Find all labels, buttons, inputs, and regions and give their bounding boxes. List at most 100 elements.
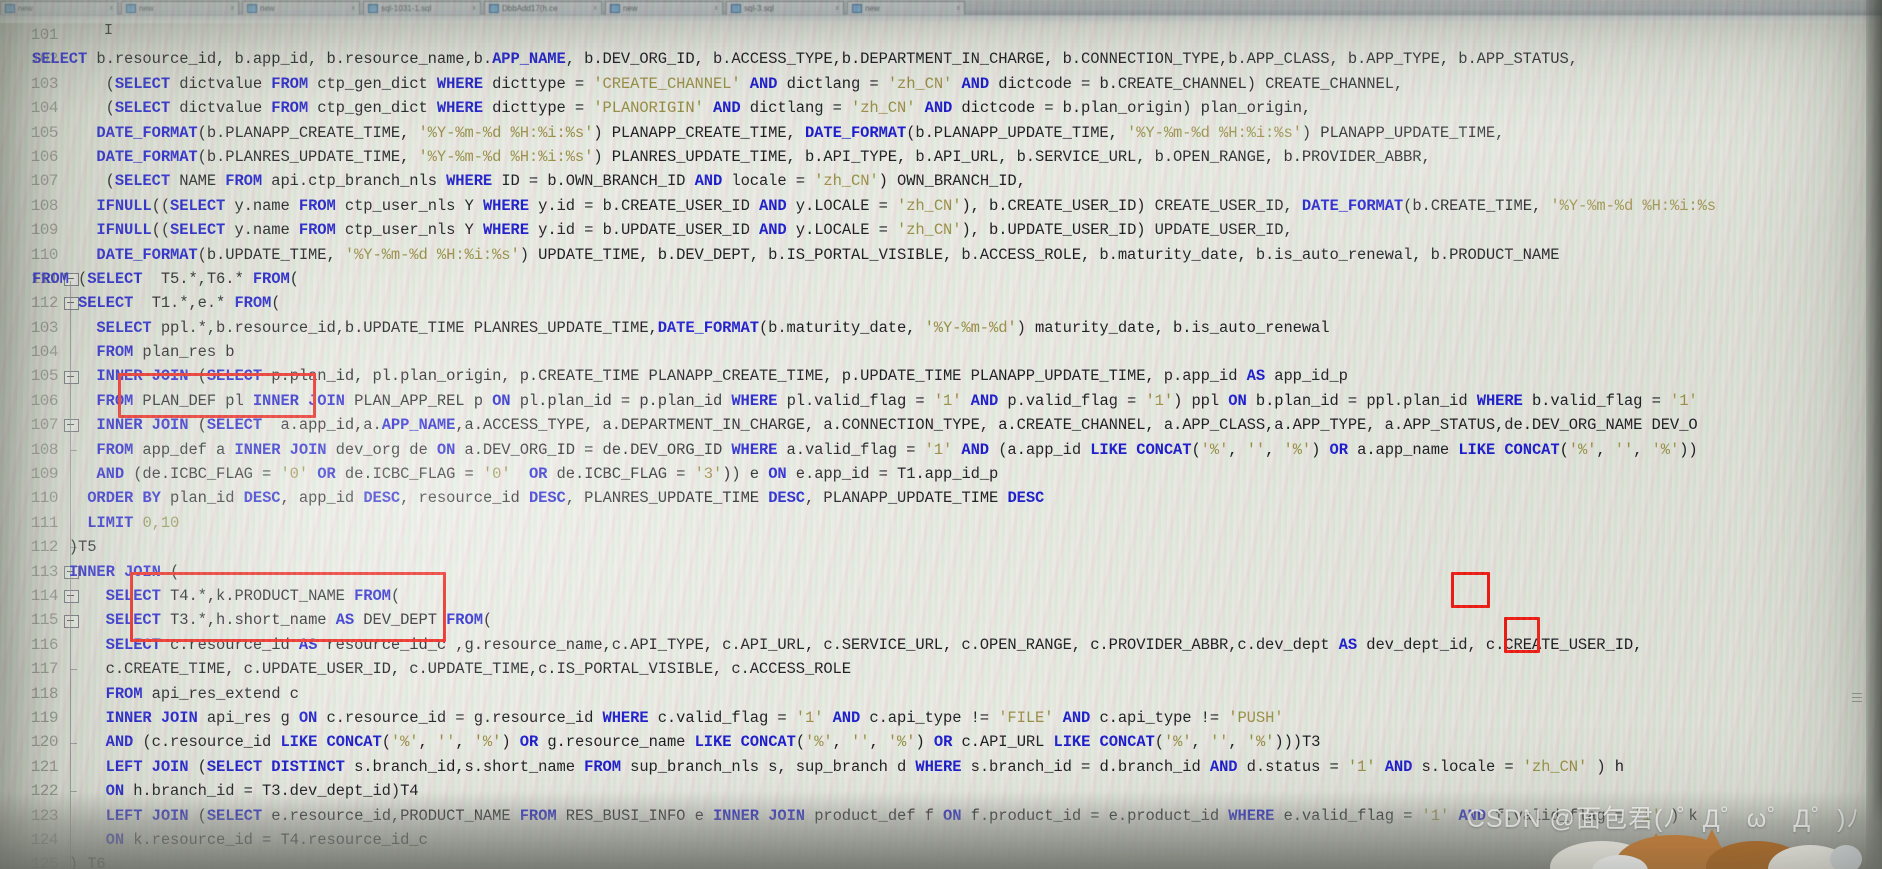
code-token: (b.UPDATE_TIME, — [197, 245, 345, 264]
close-icon[interactable]: x — [836, 5, 840, 12]
code-token: ( — [271, 294, 281, 313]
code-line[interactable]: IFNULL((SELECT y.name FROM ctp_user_nls … — [32, 218, 1882, 242]
close-icon[interactable]: x — [715, 5, 719, 12]
code-line[interactable]: FROM PLAN_DEF pl INNER JOIN PLAN_APP_REL… — [32, 389, 1882, 413]
code-line[interactable]: (SELECT dictvalue FROM ctp_gen_dict WHER… — [32, 72, 1882, 96]
code-line[interactable]: LEFT JOIN (SELECT e.resource_id,PRODUCT_… — [32, 804, 1882, 828]
editor-tab[interactable]: new x — [121, 0, 239, 15]
close-icon[interactable]: x — [231, 5, 235, 12]
code-token: ( — [188, 367, 207, 386]
code-line[interactable]: INNER JOIN ( — [32, 560, 1882, 584]
code-line[interactable]: (SELECT dictvalue FROM ctp_gen_dict WHER… — [32, 96, 1882, 120]
sql-code-area[interactable]: SELECT b.resource_id, b.app_id, b.resour… — [32, 23, 1882, 869]
code-token: ctp_user_nls Y — [335, 221, 483, 240]
code-token: , — [1265, 440, 1284, 459]
code-token: SELECT — [114, 74, 171, 93]
code-line[interactable]: FROM plan_res b — [32, 340, 1882, 364]
code-line[interactable]: INNER JOIN (SELECT p.plan_id, pl.plan_or… — [32, 364, 1882, 388]
code-token: ORDER BY — [87, 489, 161, 508]
code-token: ON — [768, 465, 787, 484]
editor-tab[interactable]: new x — [605, 0, 723, 15]
code-line[interactable]: )T5 — [32, 535, 1882, 559]
code-token: dictvalue — [170, 99, 272, 118]
code-token: de.ICBC_FLAG = — [335, 465, 483, 484]
code-line[interactable]: FROM api_res_extend c — [32, 682, 1882, 706]
code-line[interactable]: AND (de.ICBC_FLAG = '0' OR de.ICBC_FLAG … — [32, 462, 1882, 486]
code-line[interactable]: FROM app_def a INNER JOIN dev_org de ON … — [32, 438, 1882, 462]
editor-tab[interactable]: sql-3.sql x — [726, 0, 844, 15]
code-line[interactable]: ON k.resource_id = T4.resource_id_c — [32, 828, 1882, 852]
editor-tab-label: new — [260, 3, 275, 13]
code-line[interactable]: DATE_FORMAT(b.PLANAPP_CREATE_TIME, '%Y-%… — [32, 121, 1882, 145]
code-token: AND — [96, 465, 125, 484]
editor-tab-label: new — [865, 3, 880, 13]
code-line[interactable]: ORDER BY plan_id DESC, app_id DESC, reso… — [32, 486, 1882, 510]
code-line[interactable]: DATE_FORMAT(b.UPDATE_TIME, '%Y-%m-%d %H:… — [32, 243, 1882, 267]
code-token: (de.ICBC_FLAG = — [124, 465, 281, 484]
code-line[interactable]: DATE_FORMAT(b.PLANRES_UPDATE_TIME, '%Y-%… — [32, 145, 1882, 169]
code-line[interactable]: INNER JOIN api_res g ON c.resource_id = … — [32, 706, 1882, 730]
code-token: product_def f — [805, 806, 944, 825]
code-token: ( — [1191, 440, 1201, 459]
close-icon[interactable]: x — [957, 5, 961, 12]
scrollbar-handle[interactable] — [1852, 690, 1862, 708]
editor-tab[interactable]: new x — [847, 0, 965, 15]
code-token: , b.DEV_ORG_ID, b.ACCESS_TYPE,b.DEPARTME… — [565, 50, 1578, 69]
code-line[interactable]: ) T6 — [32, 852, 1882, 869]
code-line[interactable]: SELECT c.resource_id AS resource_id_c ,g… — [32, 633, 1882, 657]
editor-tab[interactable]: new x — [0, 0, 118, 15]
code-token: AND — [749, 74, 778, 93]
code-token: ID = b.OWN_BRANCH_ID — [492, 172, 695, 191]
code-line[interactable]: IFNULL((SELECT y.name FROM ctp_user_nls … — [32, 194, 1882, 218]
code-token: ) maturity_date, b.is_auto_renewal — [1016, 318, 1330, 337]
editor-tab[interactable]: DbbAdd17(h.ce x — [484, 0, 602, 15]
code-line[interactable]: SELECT T1.*,e.* FROM( — [32, 291, 1882, 315]
code-line[interactable]: ON h.branch_id = T3.dev_dept_id)T4 — [32, 779, 1882, 803]
close-icon[interactable]: x — [110, 5, 114, 12]
code-token: SELECT — [105, 586, 161, 605]
code-token: ) PLANAPP_CREATE_TIME, — [593, 123, 805, 142]
code-token: AS — [335, 611, 355, 630]
code-line[interactable]: LIMIT 0,10 — [32, 511, 1882, 535]
code-line[interactable]: AND (c.resource_id LIKE CONCAT('%', '', … — [32, 730, 1882, 754]
code-token: ) ppl — [1173, 391, 1229, 410]
code-token: '%Y-%m-%d %H:%i:%s' — [418, 147, 594, 166]
code-line[interactable]: SELECT ppl.*,b.resource_id,b.UPDATE_TIME… — [32, 316, 1882, 340]
code-token: '1' — [924, 440, 953, 459]
code-token: c.API_URL — [952, 733, 1054, 752]
code-token: api_res g — [197, 708, 299, 727]
code-line[interactable]: c.CREATE_TIME, c.UPDATE_USER_ID, c.UPDAT… — [32, 657, 1882, 681]
editor-tab[interactable]: new x — [242, 0, 360, 15]
code-line[interactable]: SELECT T4.*,k.PRODUCT_NAME FROM( — [32, 584, 1882, 608]
close-icon[interactable]: x — [473, 5, 477, 12]
code-token: ) — [501, 733, 520, 752]
code-token: SELECT — [206, 806, 263, 825]
code-token: T1.*,e.* — [133, 294, 235, 313]
code-token: DATE_FORMAT — [657, 318, 759, 337]
code-token: b.plan_id = ppl.plan_id — [1246, 391, 1477, 410]
code-token: SELECT — [114, 99, 171, 118]
code-line[interactable]: FROM (SELECT T5.*,T6.* FROM( — [32, 267, 1882, 291]
code-line[interactable]: SELECT b.resource_id, b.app_id, b.resour… — [32, 47, 1882, 71]
code-token: WHERE — [436, 99, 483, 118]
code-line[interactable]: LEFT JOIN (SELECT DISTINCT s.branch_id,s… — [32, 755, 1882, 779]
code-token: SELECT — [105, 635, 161, 654]
code-token: '0' — [280, 465, 309, 484]
code-line[interactable]: INNER JOIN (SELECT a.app_id,a.APP_NAME,a… — [32, 413, 1882, 437]
code-token: y.LOCALE = — [786, 196, 898, 215]
close-icon[interactable]: x — [594, 5, 598, 12]
code-token: '1' — [1633, 806, 1661, 825]
code-line[interactable] — [32, 23, 1882, 47]
editor-tab[interactable]: sql-1031-1.sql x — [363, 0, 481, 15]
code-line[interactable]: (SELECT NAME FROM api.ctp_branch_nls WHE… — [32, 169, 1882, 193]
editor-tab-strip[interactable]: new x new x new x sql-1031-1.sql x DbbAdd17(h.ce… — [0, 0, 1882, 16]
code-token: c.api_type != — [860, 708, 999, 727]
code-token: 'zh_CN' — [814, 172, 879, 191]
code-line[interactable]: SELECT T3.*,h.short_name AS DEV_DEPT FRO… — [32, 608, 1882, 632]
sql-editor[interactable]: 101 102 103 104 105 106 107 108 109 110 111 112 103 1… — [0, 23, 1882, 869]
close-icon[interactable]: x — [352, 5, 356, 12]
